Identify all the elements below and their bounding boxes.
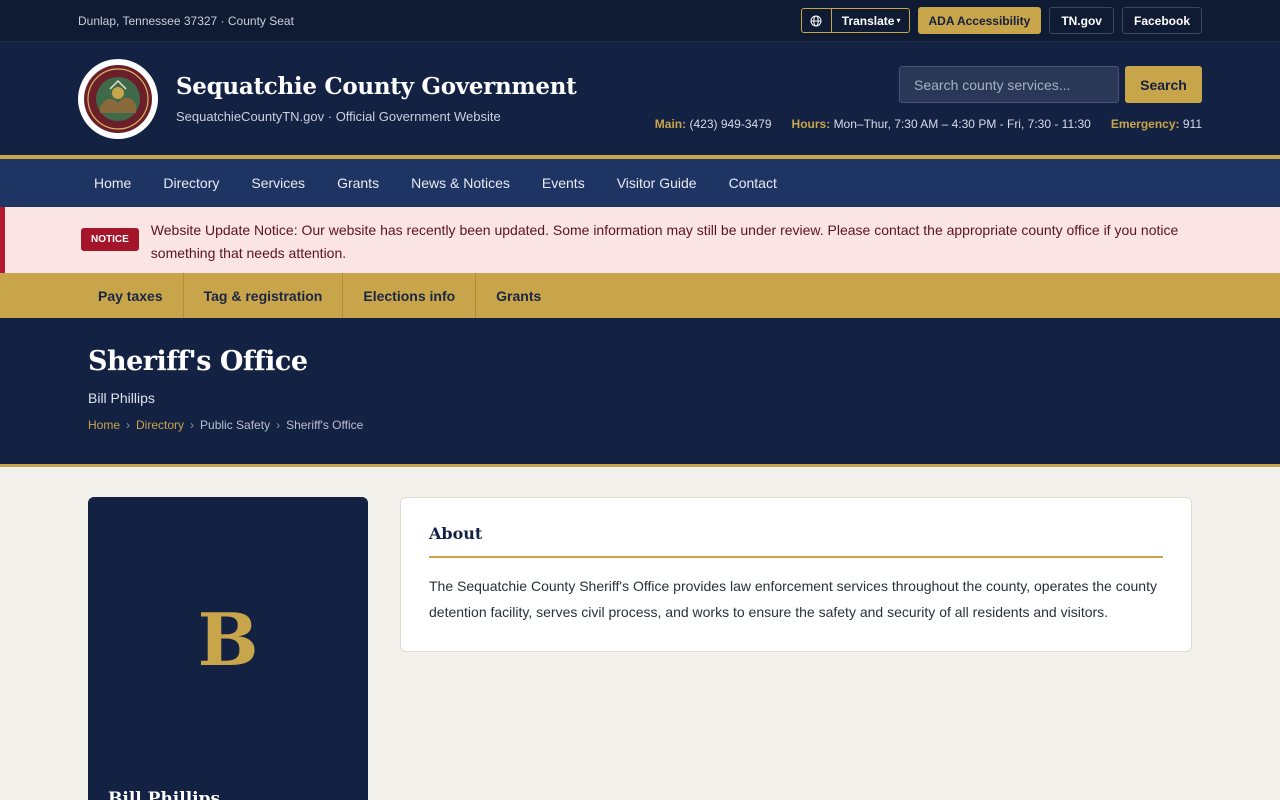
breadcrumb-separator: › (126, 418, 131, 432)
tn-gov-link[interactable]: TN.gov (1049, 7, 1114, 34)
site-header: Sequatchie County Government SequatchieC… (0, 42, 1280, 159)
quick-link-elections-info[interactable]: Elections info (343, 273, 477, 318)
brand[interactable]: Sequatchie County Government SequatchieC… (78, 58, 577, 139)
breadcrumb-public-safety: Public Safety (200, 418, 271, 432)
notice-badge: NOTICE (81, 228, 139, 251)
translate-label: Translate ▾ (832, 9, 909, 32)
nav-item-directory[interactable]: Directory (147, 175, 235, 191)
search-button[interactable]: Search (1125, 66, 1202, 103)
quick-links-bar: Pay taxes Tag & registration Elections i… (0, 273, 1280, 318)
breadcrumb: Home › Directory › Public Safety › Sheri… (88, 418, 1192, 432)
breadcrumb-directory[interactable]: Directory (136, 418, 184, 432)
translate-text: Translate (841, 13, 895, 28)
search-input[interactable] (899, 66, 1119, 103)
county-seal-logo (78, 58, 158, 139)
emergency-label: Emergency: (1110, 117, 1180, 131)
profile-name: Bill Phillips (108, 789, 221, 800)
nav-item-home[interactable]: Home (78, 175, 147, 191)
emergency-number: Emergency: 911 (1111, 117, 1202, 131)
translate-button[interactable]: Translate ▾ (800, 8, 910, 33)
header-right: Search Main: (423) 949-3479 Hours: Mon–T… (655, 66, 1202, 131)
nav-item-grants[interactable]: Grants (321, 175, 395, 191)
page-hero: Sheriff's Office Bill Phillips Home › Di… (0, 318, 1280, 467)
office-hours: Hours: Mon–Thur, 7:30 AM – 4:30 PM - Fri… (792, 117, 1091, 131)
chevron-down-icon: ▾ (896, 16, 901, 25)
ada-accessibility-link[interactable]: ADA Accessibility (917, 7, 1042, 34)
notice-message: Website Update Notice: Our website has r… (150, 222, 1179, 261)
main-content: B Bill Phillips About The Sequatchie Cou… (0, 467, 1280, 800)
quick-link-tag-registration[interactable]: Tag & registration (184, 273, 344, 318)
nav-item-services[interactable]: Services (235, 175, 321, 191)
site-subtitle: SequatchieCountyTN.gov · Official Govern… (176, 109, 501, 124)
contact-info: Main: (423) 949-3479 Hours: Mon–Thur, 7:… (655, 117, 1202, 131)
quick-link-grants[interactable]: Grants (476, 273, 561, 318)
utility-links: Translate ▾ ADA Accessibility TN.gov Fac… (800, 7, 1202, 34)
about-text: The Sequatchie County Sheriff's Office p… (429, 578, 1157, 620)
notice-banner: NOTICE Website Update Notice: Our websit… (0, 207, 1280, 273)
breadcrumb-home[interactable]: Home (88, 418, 120, 432)
hours-value: Mon–Thur, 7:30 AM – 4:30 PM - Fri, 7:30 … (833, 117, 1091, 131)
about-card: About The Sequatchie County Sheriff's Of… (400, 497, 1192, 652)
site-title: Sequatchie County Government (176, 73, 577, 100)
profile-card: B Bill Phillips (88, 497, 368, 800)
breadcrumb-separator: › (276, 418, 281, 432)
quick-link-pay-taxes[interactable]: Pay taxes (78, 273, 184, 318)
page-title: Sheriff's Office (88, 346, 308, 377)
official-name: Bill Phillips (88, 390, 155, 406)
utility-bar: Dunlap, Tennessee 37327 · County Seat Tr… (0, 0, 1280, 42)
main-navigation: Home Directory Services Grants News & No… (0, 159, 1280, 207)
about-heading: About (429, 524, 1163, 558)
emergency-value: 911 (1182, 117, 1202, 131)
nav-item-contact[interactable]: Contact (713, 175, 793, 191)
profile-initial: B (197, 597, 259, 682)
main-phone-value: (423) 949-3479 (689, 117, 772, 131)
facebook-link[interactable]: Facebook (1121, 7, 1202, 34)
main-phone: Main: (423) 949-3479 (655, 117, 772, 131)
breadcrumb-separator: › (190, 418, 195, 432)
nav-item-visitor-guide[interactable]: Visitor Guide (601, 175, 713, 191)
globe-icon (802, 9, 832, 32)
breadcrumb-current: Sheriff's Office (286, 418, 364, 432)
nav-item-events[interactable]: Events (526, 175, 601, 191)
hours-label: Hours: (791, 117, 831, 131)
search-form: Search (899, 66, 1202, 103)
main-phone-label: Main: (654, 117, 687, 131)
location-text: Dunlap, Tennessee 37327 · County Seat (78, 13, 294, 28)
nav-item-news-notices[interactable]: News & Notices (395, 175, 526, 191)
